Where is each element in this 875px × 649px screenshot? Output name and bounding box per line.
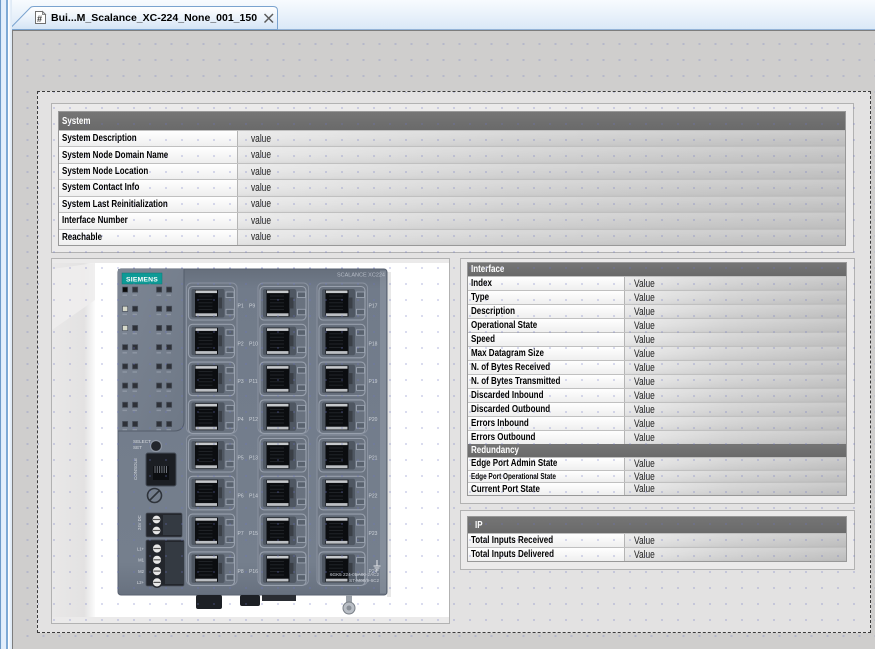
- svg-text:#: #: [37, 14, 42, 24]
- svg-text:P10: P10: [249, 341, 258, 347]
- svg-text:SET: SET: [133, 445, 142, 450]
- svg-text:P20: P20: [369, 417, 378, 423]
- svg-text:P21: P21: [369, 456, 378, 462]
- svg-text:P23: P23: [369, 531, 378, 537]
- svg-text:SELECT: SELECT: [133, 439, 151, 444]
- svg-text:P3: P3: [238, 379, 244, 385]
- svg-text:CONSOLE: CONSOLE: [133, 458, 138, 480]
- svg-text:L1+: L1+: [137, 546, 145, 551]
- svg-text:P9: P9: [249, 304, 255, 310]
- svg-text:P18: P18: [369, 341, 378, 347]
- svg-text:L2+: L2+: [137, 580, 145, 585]
- svg-text:P6: P6: [238, 493, 244, 499]
- svg-text:P19: P19: [369, 379, 378, 385]
- svg-text:P8: P8: [238, 569, 244, 575]
- svg-text:P4: P4: [238, 417, 244, 423]
- svg-text:P2: P2: [238, 341, 244, 347]
- svg-text:SCALANCE XC224: SCALANCE XC224: [337, 273, 385, 279]
- svg-text:P11: P11: [249, 379, 258, 385]
- svg-text:P14: P14: [249, 493, 258, 499]
- svg-text:P17: P17: [369, 304, 378, 310]
- svg-text:6GK5 224-0BA00-2AC2: 6GK5 224-0BA00-2AC2: [330, 572, 379, 577]
- svg-text:M1: M1: [138, 558, 144, 563]
- svg-text:Bui...M_Scalance_XC-224_None_0: Bui...M_Scalance_XC-224_None_001_150: [51, 12, 257, 24]
- svg-text:24V DC: 24V DC: [137, 515, 142, 530]
- svg-text:P12: P12: [249, 417, 258, 423]
- svg-text:P13: P13: [249, 456, 258, 462]
- svg-text:SIEMENS: SIEMENS: [126, 277, 158, 284]
- svg-text:P15: P15: [249, 531, 258, 537]
- svg-text:P7: P7: [238, 531, 244, 537]
- svg-text:P22: P22: [369, 493, 378, 499]
- svg-text:ST-M08/9-6C2: ST-M08/9-6C2: [349, 578, 379, 583]
- svg-text:P16: P16: [249, 569, 258, 575]
- svg-text:P5: P5: [238, 456, 244, 462]
- svg-text:M2: M2: [138, 569, 144, 574]
- svg-text:P1: P1: [238, 304, 244, 310]
